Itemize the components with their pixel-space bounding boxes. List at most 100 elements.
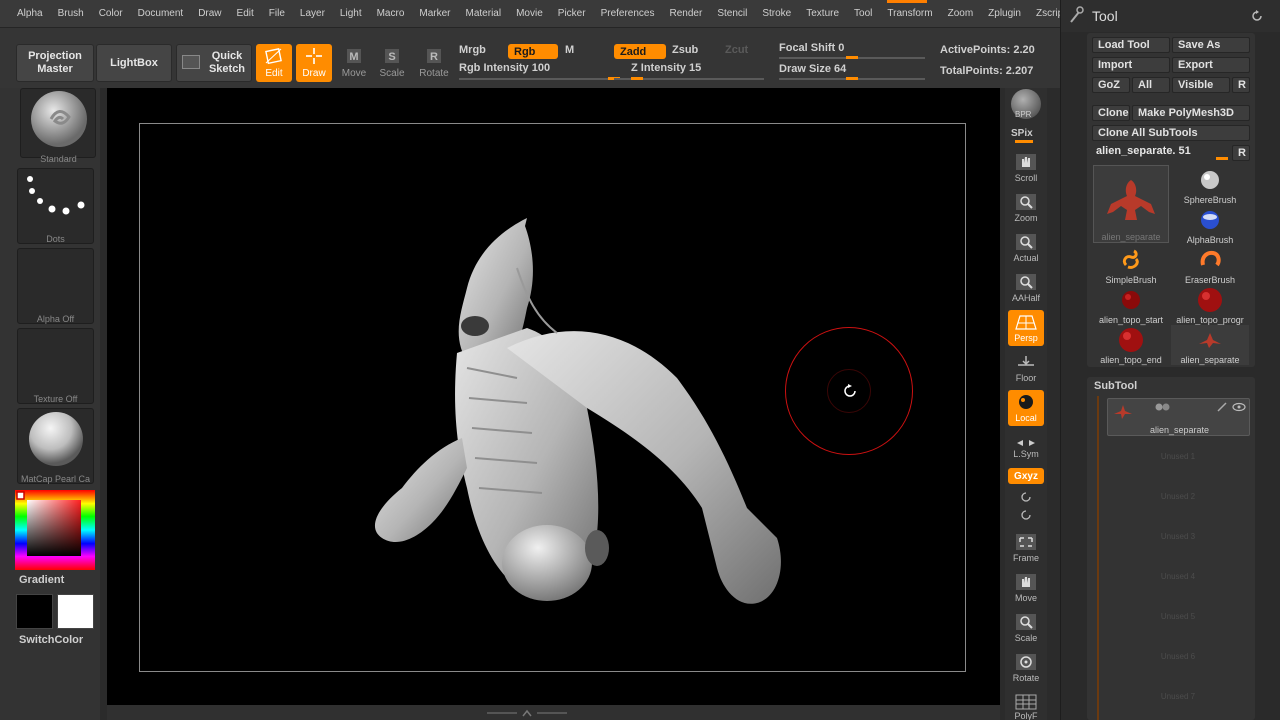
polyf-button[interactable]: PolyF bbox=[1008, 692, 1044, 720]
menu-transform[interactable]: Transform bbox=[880, 8, 940, 19]
document-canvas[interactable] bbox=[107, 88, 1000, 705]
clone-button[interactable]: Clone bbox=[1092, 105, 1130, 121]
lightbox-button[interactable]: LightBox bbox=[96, 44, 172, 82]
menu-draw[interactable]: Draw bbox=[191, 8, 229, 19]
alien-sculpt-model[interactable] bbox=[357, 208, 847, 608]
rgb-intensity-slider[interactable] bbox=[459, 78, 614, 80]
scroll-button[interactable]: Scroll bbox=[1008, 150, 1044, 186]
goz-all-button[interactable]: All bbox=[1132, 77, 1170, 93]
edit-mode-button[interactable]: Edit bbox=[256, 44, 292, 82]
tool-thumb-alien-separate-2[interactable]: alien_separate bbox=[1171, 325, 1249, 365]
menu-document[interactable]: Document bbox=[131, 8, 192, 19]
menu-edit[interactable]: Edit bbox=[230, 8, 262, 19]
menu-zoom[interactable]: Zoom bbox=[941, 8, 982, 19]
subtool-unused-slot[interactable]: Unused 6 bbox=[1108, 652, 1248, 661]
goz-visible-button[interactable]: Visible bbox=[1172, 77, 1230, 93]
quick-sketch-button[interactable]: Quick Sketch bbox=[176, 44, 252, 82]
menu-tool[interactable]: Tool bbox=[847, 8, 880, 19]
mrgb-toggle[interactable]: Mrgb bbox=[459, 44, 486, 56]
current-tool-name[interactable]: alien_separate. 51 bbox=[1096, 145, 1191, 157]
tool-thumb-spherebrush[interactable]: SphereBrush bbox=[1171, 165, 1249, 205]
local-button[interactable]: Local bbox=[1008, 390, 1044, 426]
subtool-unused-slot[interactable]: Unused 5 bbox=[1108, 612, 1248, 621]
export-button[interactable]: Export bbox=[1172, 57, 1250, 73]
goz-r-button[interactable]: R bbox=[1232, 77, 1250, 93]
brush-thumbnail[interactable] bbox=[20, 88, 96, 158]
menu-render[interactable]: Render bbox=[663, 8, 711, 19]
projection-master-button[interactable]: Projection Master bbox=[16, 44, 94, 82]
menu-light[interactable]: Light bbox=[333, 8, 370, 19]
tool-thumb-alien-topo-start[interactable]: alien_topo_start bbox=[1092, 285, 1170, 325]
tool-thumb-simplebrush[interactable]: SimpleBrush bbox=[1092, 245, 1170, 285]
menu-stencil[interactable]: Stencil bbox=[710, 8, 755, 19]
make-polymesh-button[interactable]: Make PolyMesh3D bbox=[1132, 105, 1250, 121]
subtool-unused-slot[interactable]: Unused 7 bbox=[1108, 692, 1248, 701]
stroke-thumbnail[interactable] bbox=[17, 168, 94, 244]
subtool-unused-slot[interactable]: Unused 4 bbox=[1108, 572, 1248, 581]
aahalf-button[interactable]: AAHalf bbox=[1008, 270, 1044, 306]
texture-thumbnail[interactable] bbox=[17, 328, 94, 404]
floor-button[interactable]: Floor bbox=[1008, 350, 1044, 386]
subtool-unused-slot[interactable]: Unused 2 bbox=[1108, 492, 1248, 501]
menu-brush[interactable]: Brush bbox=[51, 8, 92, 19]
subtool-title[interactable]: SubTool bbox=[1094, 380, 1137, 392]
switchcolor-button[interactable]: SwitchColor bbox=[19, 634, 83, 646]
current-tool-r-button[interactable]: R bbox=[1232, 145, 1250, 161]
zcut-toggle[interactable]: Zcut bbox=[725, 44, 748, 56]
menu-picker[interactable]: Picker bbox=[551, 8, 594, 19]
move-mode-button[interactable]: M Move bbox=[336, 44, 372, 82]
subtool-eye-visibility-icon[interactable] bbox=[1232, 402, 1246, 412]
move-view-button[interactable]: Move bbox=[1008, 570, 1044, 606]
subtool-active-row[interactable]: alien_separate bbox=[1107, 398, 1250, 436]
rotate-y-button[interactable] bbox=[1008, 488, 1044, 504]
tool-thumb-alien-topo-progr[interactable]: alien_topo_progr bbox=[1171, 285, 1249, 325]
save-as-button[interactable]: Save As bbox=[1172, 37, 1250, 53]
menu-macro[interactable]: Macro bbox=[370, 8, 413, 19]
scale-view-button[interactable]: Scale bbox=[1008, 610, 1044, 646]
lsym-button[interactable]: L.Sym bbox=[1008, 436, 1044, 460]
actual-button[interactable]: Actual bbox=[1008, 230, 1044, 266]
zoom-button[interactable]: Zoom bbox=[1008, 190, 1044, 226]
import-button[interactable]: Import bbox=[1092, 57, 1170, 73]
rotate-view-button[interactable]: Rotate bbox=[1008, 650, 1044, 686]
subtool-unused-slot[interactable]: Unused 1 bbox=[1108, 452, 1248, 461]
draw-mode-button[interactable]: Draw bbox=[296, 44, 332, 82]
subtool-scrollbar[interactable] bbox=[1097, 396, 1099, 720]
menu-alpha[interactable]: Alpha bbox=[10, 8, 51, 19]
tool-thumb-alien-topo-end[interactable]: alien_topo_end bbox=[1092, 325, 1170, 365]
menu-layer[interactable]: Layer bbox=[293, 8, 333, 19]
menu-file[interactable]: File bbox=[262, 8, 293, 19]
subtool-unused-slot[interactable]: Unused 3 bbox=[1108, 532, 1248, 541]
menu-texture[interactable]: Texture bbox=[799, 8, 847, 19]
zadd-toggle[interactable]: Zadd bbox=[614, 44, 666, 59]
palette-refresh-icon[interactable] bbox=[1250, 9, 1264, 23]
goz-button[interactable]: GoZ bbox=[1092, 77, 1130, 93]
menu-color[interactable]: Color bbox=[92, 8, 131, 19]
primary-color-swatch[interactable] bbox=[16, 594, 53, 629]
rotate-mode-button[interactable]: R Rotate bbox=[416, 44, 452, 82]
xyz-button[interactable]: Gxyz bbox=[1008, 468, 1044, 484]
menu-stroke[interactable]: Stroke bbox=[755, 8, 799, 19]
current-tool-slider[interactable] bbox=[1216, 157, 1228, 160]
secondary-color-swatch[interactable] bbox=[57, 594, 94, 629]
tool-palette-header[interactable]: Tool bbox=[1061, 0, 1280, 32]
frame-button[interactable]: Frame bbox=[1008, 530, 1044, 566]
spix-label[interactable]: SPix bbox=[1011, 128, 1033, 139]
scale-mode-button[interactable]: S Scale bbox=[374, 44, 410, 82]
rotate-z-button[interactable] bbox=[1008, 506, 1044, 522]
menu-marker[interactable]: Marker bbox=[412, 8, 458, 19]
clone-all-subtools-button[interactable]: Clone All SubTools bbox=[1092, 125, 1250, 141]
menu-preferences[interactable]: Preferences bbox=[594, 8, 663, 19]
material-thumbnail[interactable] bbox=[17, 408, 94, 484]
zsub-toggle[interactable]: Zsub bbox=[672, 44, 698, 56]
tray-collapse-icon[interactable] bbox=[487, 709, 567, 717]
persp-button[interactable]: Persp bbox=[1008, 310, 1044, 346]
gradient-toggle[interactable]: Gradient bbox=[19, 574, 64, 586]
subtool-brush-icon[interactable] bbox=[1216, 402, 1228, 412]
tool-thumb-eraserbrush[interactable]: EraserBrush bbox=[1171, 245, 1249, 285]
menu-material[interactable]: Material bbox=[459, 8, 510, 19]
color-picker[interactable] bbox=[15, 490, 95, 570]
alpha-thumbnail[interactable] bbox=[17, 248, 94, 324]
spix-slider[interactable] bbox=[1015, 140, 1033, 143]
menu-movie[interactable]: Movie bbox=[509, 8, 551, 19]
